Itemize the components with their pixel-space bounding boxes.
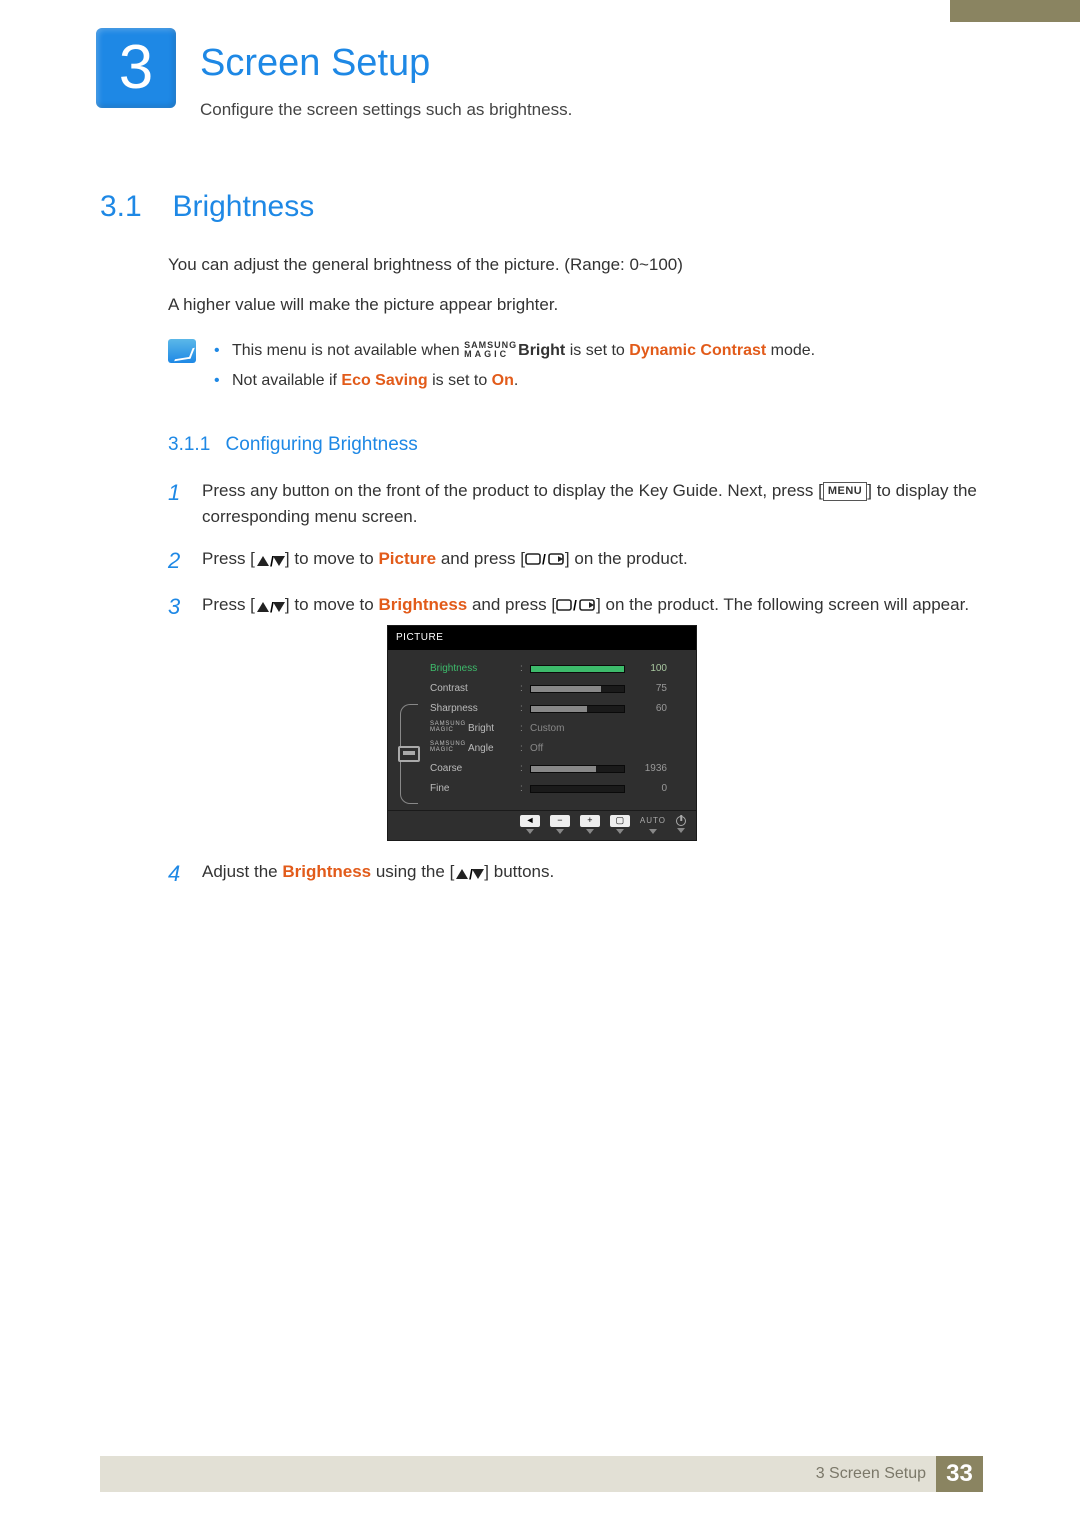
osd-row-brightness: Brightness: 100: [430, 660, 686, 678]
footer-chapter-label: 3 Screen Setup: [816, 1465, 926, 1483]
svg-text:/: /: [573, 597, 577, 613]
enter-source-icon: /: [525, 549, 565, 575]
note-item-1: This menu is not available when SAMSUNGM…: [214, 339, 815, 364]
step-1: 1 Press any button on the front of the p…: [168, 478, 980, 531]
page-footer: 3 Screen Setup 33: [100, 1456, 983, 1492]
osd-row-coarse: Coarse: 1936: [430, 760, 686, 778]
chapter-description: Configure the screen settings such as br…: [200, 100, 572, 120]
osd-footer: ◄ − + ▢ AUTO: [388, 810, 696, 840]
note-icon: [168, 339, 196, 363]
content-body: You can adjust the general brightness of…: [168, 252, 980, 903]
osd-panel: PICTURE Brightness: 100: [387, 625, 697, 841]
note-item-2: Not available if Eco Saving is set to On…: [214, 369, 815, 394]
osd-plus-icon: +: [580, 815, 600, 827]
section-title: Brightness: [172, 190, 314, 224]
header-accent-bar: [950, 0, 1080, 22]
subsection-title: Configuring Brightness: [226, 434, 418, 455]
section-number: 3.1: [100, 190, 168, 224]
section-para-1: You can adjust the general brightness of…: [168, 252, 980, 278]
note-block: This menu is not available when SAMSUNGM…: [168, 339, 980, 401]
osd-power-icon: [676, 816, 686, 826]
page-number: 33: [936, 1456, 983, 1492]
section-heading: 3.1 Brightness: [100, 190, 980, 224]
samsung-magic-logo: SAMSUNGMAGIC: [464, 341, 517, 359]
up-down-arrow-icon: /: [454, 861, 484, 887]
section-para-2: A higher value will make the picture app…: [168, 292, 980, 318]
step-2: 2 Press [/] to move to Picture and press…: [168, 546, 980, 575]
step-3: 3 Press [/] to move to Brightness and pr…: [168, 592, 980, 841]
samsung-magic-logo-small: SAMSUNGMAGIC: [430, 741, 466, 753]
svg-text:/: /: [542, 551, 546, 567]
osd-row-magic-bright: SAMSUNGMAGICBright: Custom: [430, 720, 686, 738]
chapter-number-badge: 3: [96, 28, 176, 108]
osd-enter-icon: ▢: [610, 815, 630, 827]
osd-back-icon: ◄: [520, 815, 540, 827]
up-down-arrow-icon: /: [255, 594, 285, 620]
osd-category-icon: [398, 746, 420, 762]
subsection-number: 3.1.1: [168, 434, 210, 455]
osd-row-contrast: Contrast: 75: [430, 680, 686, 698]
menu-key-icon: MENU: [823, 482, 867, 501]
subsection-heading: 3.1.1 Configuring Brightness: [168, 430, 980, 459]
osd-row-fine: Fine: 0: [430, 780, 686, 798]
enter-source-icon: /: [556, 595, 596, 621]
osd-auto-label: AUTO: [640, 815, 666, 827]
note-list: This menu is not available when SAMSUNGM…: [214, 339, 815, 401]
osd-row-sharpness: Sharpness: 60: [430, 700, 686, 718]
step-4: 4 Adjust the Brightness using the [/] bu…: [168, 859, 980, 887]
steps-list: 1 Press any button on the front of the p…: [168, 478, 980, 888]
samsung-magic-logo-small: SAMSUNGMAGIC: [430, 721, 466, 733]
chapter-title: Screen Setup: [200, 42, 430, 85]
osd-minus-icon: −: [550, 815, 570, 827]
up-down-arrow-icon: /: [255, 548, 285, 574]
osd-header: PICTURE: [388, 626, 696, 650]
osd-row-magic-angle: SAMSUNGMAGICAngle: Off: [430, 740, 686, 758]
